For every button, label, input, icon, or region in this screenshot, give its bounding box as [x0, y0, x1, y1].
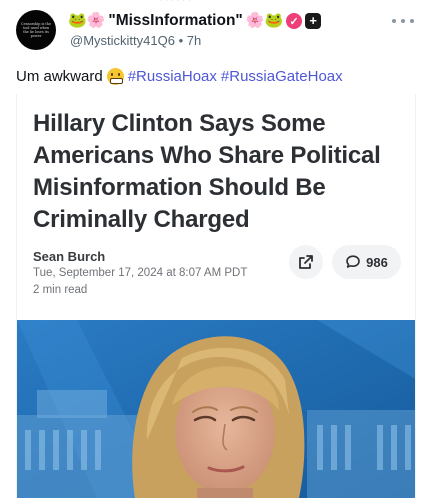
external-link-icon[interactable] [289, 245, 323, 279]
article-photo [17, 320, 415, 498]
comment-button[interactable]: 986 [332, 245, 401, 279]
article-headline: Hillary Clinton Says Some Americans Who … [33, 110, 381, 233]
display-name-row[interactable]: 🐸🌸 "MissInformation" 🌸🐸 ✓ + [68, 11, 322, 31]
grimacing-face-icon [106, 68, 124, 85]
article-read-time: 2 min read [33, 284, 88, 296]
post-header: Censorship is the tool used when the lie… [16, 10, 416, 50]
top-edge-strip: · · · · · · [0, 0, 432, 4]
user-handle[interactable]: @Mystickitty41Q6 [70, 33, 175, 48]
post-text: Um awkward #RussiaHoax #RussiaGateHoax [16, 68, 343, 85]
name-emoji-prefix: 🐸🌸 [68, 12, 106, 29]
article-date: Tue, September 17, 2024 at 8:07 AM PDT [33, 267, 248, 279]
article-screenshot-card[interactable]: Hillary Clinton Says Some Americans Who … [16, 94, 416, 498]
avatar-text: Censorship is the tool used when the lie… [21, 21, 51, 39]
separator: • [178, 33, 184, 48]
comment-count: 986 [366, 254, 388, 270]
plus-square-icon[interactable]: + [305, 13, 322, 29]
hashtag-link[interactable]: #RussiaHoax [128, 68, 217, 85]
name-emoji-suffix: 🌸🐸 [245, 12, 284, 29]
hashtag-link[interactable]: #RussiaGateHoax [221, 68, 343, 85]
more-horizontal-icon[interactable] [392, 14, 414, 28]
avatar[interactable]: Censorship is the tool used when the lie… [16, 10, 56, 50]
display-name[interactable]: "MissInformation" [108, 12, 242, 30]
pink-badge-icon: ✓ [286, 13, 303, 29]
handle-row: @Mystickitty41Q6 • 7h [70, 33, 201, 48]
post-body-text: Um awkward [16, 68, 103, 85]
article-author: Sean Burch [33, 249, 106, 264]
comment-bubble-icon [346, 255, 360, 268]
post-time[interactable]: 7h [187, 33, 201, 48]
